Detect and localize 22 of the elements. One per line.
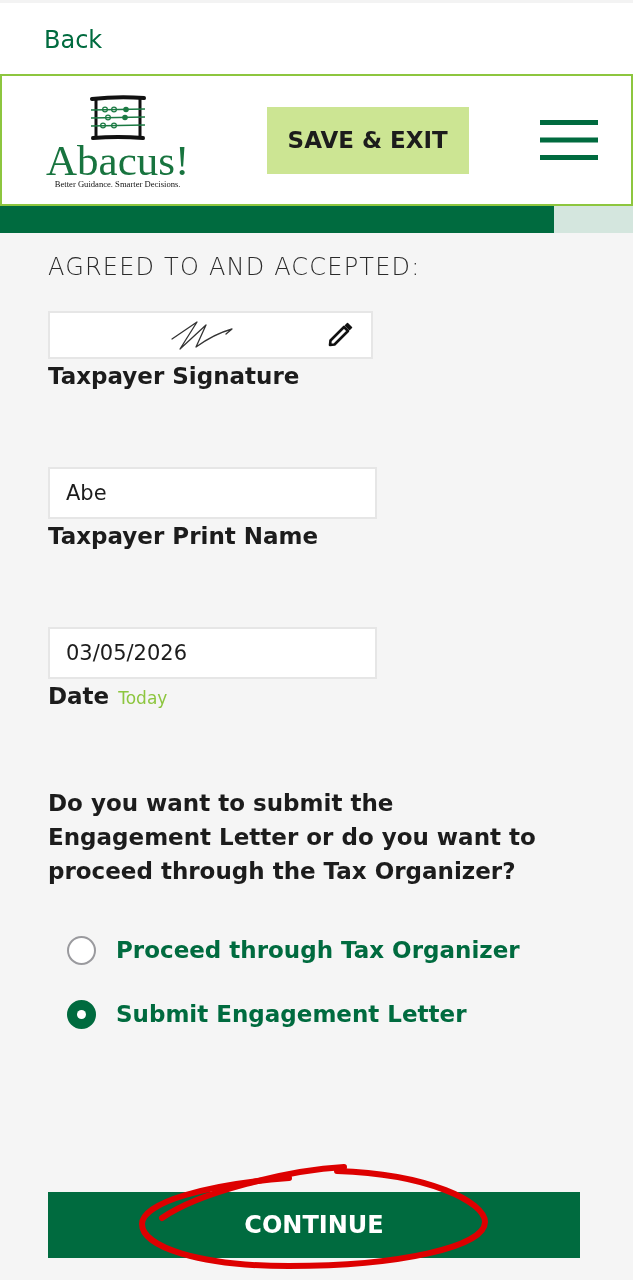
agreement-heading: AGREED TO AND ACCEPTED: (48, 253, 421, 281)
question-text: Do you want to submit the Engagement Letter or do you want to proceed through the Tax Organizer? (48, 789, 537, 886)
menu-icon[interactable] (540, 120, 598, 160)
continue-button[interactable]: CONTINUE (48, 1192, 580, 1258)
signature-drawing (169, 319, 234, 351)
back-link[interactable]: Back (44, 24, 103, 55)
option-label[interactable]: Submit Engagement Letter (116, 1001, 467, 1027)
logo-tagline: Better Guidance. Smarter Decisions. (54, 179, 181, 189)
radio-button[interactable] (67, 999, 96, 1029)
radio-button[interactable] (67, 935, 96, 965)
field-label: Taxpayer Signature (48, 362, 300, 390)
pencil-icon[interactable] (327, 322, 353, 348)
save-exit-button[interactable]: SAVE & EXIT (266, 106, 469, 174)
field-label: Taxpayer Print Name (48, 522, 319, 550)
signature-field[interactable] (48, 311, 373, 359)
name-input[interactable]: Abe (48, 467, 377, 519)
date-input[interactable]: 03/05/2026 (48, 627, 377, 679)
abacus-icon (88, 95, 147, 141)
today-hint: Today (118, 687, 168, 710)
option-label[interactable]: Proceed through Tax Organizer (116, 937, 520, 963)
logo-wordmark: Abacus! (46, 143, 190, 179)
field-label: Date (48, 682, 110, 710)
